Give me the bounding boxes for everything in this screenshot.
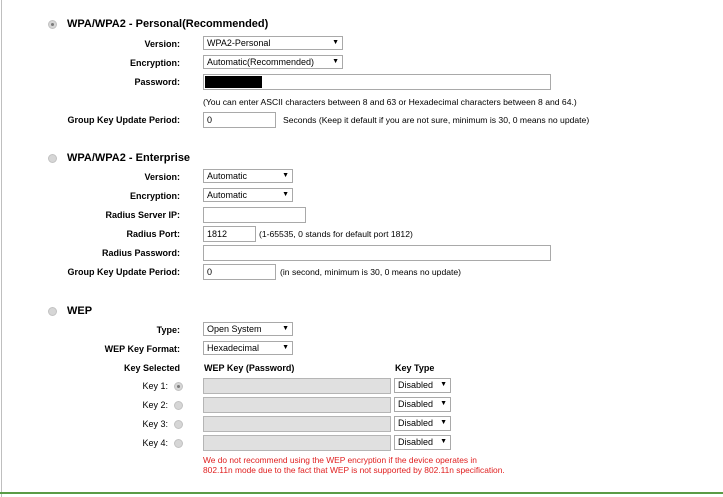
chevron-down-icon: ▼ <box>440 400 447 407</box>
wpa-enterprise-version-label: Version: <box>144 172 180 182</box>
wpa-personal-encryption-select[interactable]: Automatic(Recommended) ▼ <box>203 55 343 69</box>
wpa-enterprise-encryption-label: Encryption: <box>129 191 180 201</box>
key-1-input[interactable] <box>203 378 391 394</box>
wpa-personal-encryption-label: Encryption: <box>129 58 180 68</box>
wpa-enterprise-gkup-input[interactable]: 0 <box>203 264 276 280</box>
radius-port-input[interactable]: 1812 <box>203 226 256 242</box>
wpa-enterprise-gkup-hint: (in second, minimum is 30, 0 means no up… <box>280 267 462 277</box>
key-2-input[interactable] <box>203 397 391 413</box>
key-1-type-value: Disabled <box>398 380 434 390</box>
wep-type-select[interactable]: Open System ▼ <box>203 322 293 336</box>
key-3-input[interactable] <box>203 416 391 432</box>
key-2-radio[interactable] <box>174 401 183 410</box>
col-wep-key: WEP Key (Password) <box>204 363 295 373</box>
wpa-personal-radio[interactable] <box>48 20 57 29</box>
key-4-input[interactable] <box>203 435 391 451</box>
chevron-down-icon: ▼ <box>282 325 289 332</box>
wpa-personal-gkup-hint: Seconds (Keep it default if you are not … <box>283 115 590 125</box>
wep-type-value: Open System <box>207 324 262 334</box>
wep-type-label: Type: <box>156 325 180 335</box>
key-3-radio[interactable] <box>174 420 183 429</box>
wpa-enterprise-version-value: Automatic <box>207 171 248 181</box>
wpa-enterprise-version-select[interactable]: Automatic ▼ <box>203 169 293 183</box>
wpa-enterprise-encryption-value: Automatic <box>207 190 248 200</box>
key-4-type-select[interactable]: Disabled ▼ <box>394 435 451 450</box>
key-4-radio[interactable] <box>174 439 183 448</box>
wpa-personal-title: WPA/WPA2 - Personal(Recommended) <box>67 18 269 30</box>
wpa-personal-password-label: Password: <box>134 77 180 87</box>
key-4-label: Key 4: <box>142 438 168 448</box>
key-1-type-select[interactable]: Disabled ▼ <box>394 378 451 393</box>
chevron-down-icon: ▼ <box>282 172 289 179</box>
wpa-personal-gkup-label: Group Key Update Period: <box>67 115 180 125</box>
wep-format-select[interactable]: Hexadecimal ▼ <box>203 341 293 355</box>
col-key-selected: Key Selected <box>123 363 180 373</box>
chevron-down-icon: ▼ <box>282 191 289 198</box>
wpa-personal-gkup-input[interactable]: 0 <box>203 112 276 128</box>
wep-warning-line-1: We do not recommend using the WEP encryp… <box>203 455 477 465</box>
wep-format-label: WEP Key Format: <box>104 344 180 354</box>
wpa-personal-version-label: Version: <box>144 39 180 49</box>
key-2-label: Key 2: <box>142 400 168 410</box>
wpa-personal-password-input[interactable] <box>203 74 551 90</box>
key-3-type-value: Disabled <box>398 418 434 428</box>
key-1-radio[interactable] <box>174 382 183 391</box>
radius-port-hint: (1-65535, 0 stands for default port 1812… <box>259 229 413 239</box>
password-mask <box>205 76 262 88</box>
key-1-label: Key 1: <box>142 381 168 391</box>
wpa-personal-version-value: WPA2-Personal <box>207 38 271 48</box>
key-4-type-value: Disabled <box>398 437 434 447</box>
wpa-personal-gkup-value: 0 <box>207 115 213 125</box>
left-border <box>1 0 2 497</box>
chevron-down-icon: ▼ <box>440 381 447 388</box>
chevron-down-icon: ▼ <box>440 438 447 445</box>
key-3-type-select[interactable]: Disabled ▼ <box>394 416 451 431</box>
wpa-enterprise-gkup-value: 0 <box>207 267 213 277</box>
col-key-type: Key Type <box>395 363 435 373</box>
key-3-label: Key 3: <box>142 419 168 429</box>
chevron-down-icon: ▼ <box>332 58 339 65</box>
wpa-enterprise-radio[interactable] <box>48 154 57 163</box>
wep-title: WEP <box>67 305 93 317</box>
wpa-personal-password-hint: (You can enter ASCII characters between … <box>203 97 577 107</box>
radius-port-label: Radius Port: <box>126 229 180 239</box>
key-2-type-select[interactable]: Disabled ▼ <box>394 397 451 412</box>
chevron-down-icon: ▼ <box>332 39 339 46</box>
key-2-type-value: Disabled <box>398 399 434 409</box>
radius-password-label: Radius Password: <box>101 248 180 258</box>
wpa-enterprise-gkup-label: Group Key Update Period: <box>67 267 180 277</box>
wep-radio[interactable] <box>48 307 57 316</box>
radius-ip-input[interactable] <box>203 207 306 223</box>
wpa-enterprise-title: WPA/WPA2 - Enterprise <box>67 152 191 164</box>
wep-warning-line-2: 802.11n mode due to the fact that WEP is… <box>203 465 505 475</box>
wpa-personal-encryption-value: Automatic(Recommended) <box>207 57 315 67</box>
wpa-personal-version-select[interactable]: WPA2-Personal ▼ <box>203 36 343 50</box>
radius-ip-label: Radius Server IP: <box>105 210 180 220</box>
wep-format-value: Hexadecimal <box>207 343 260 353</box>
chevron-down-icon: ▼ <box>440 419 447 426</box>
chevron-down-icon: ▼ <box>282 344 289 351</box>
footer-divider <box>0 492 723 494</box>
radius-port-value: 1812 <box>207 229 228 239</box>
radius-password-input[interactable] <box>203 245 551 261</box>
wpa-enterprise-encryption-select[interactable]: Automatic ▼ <box>203 188 293 202</box>
